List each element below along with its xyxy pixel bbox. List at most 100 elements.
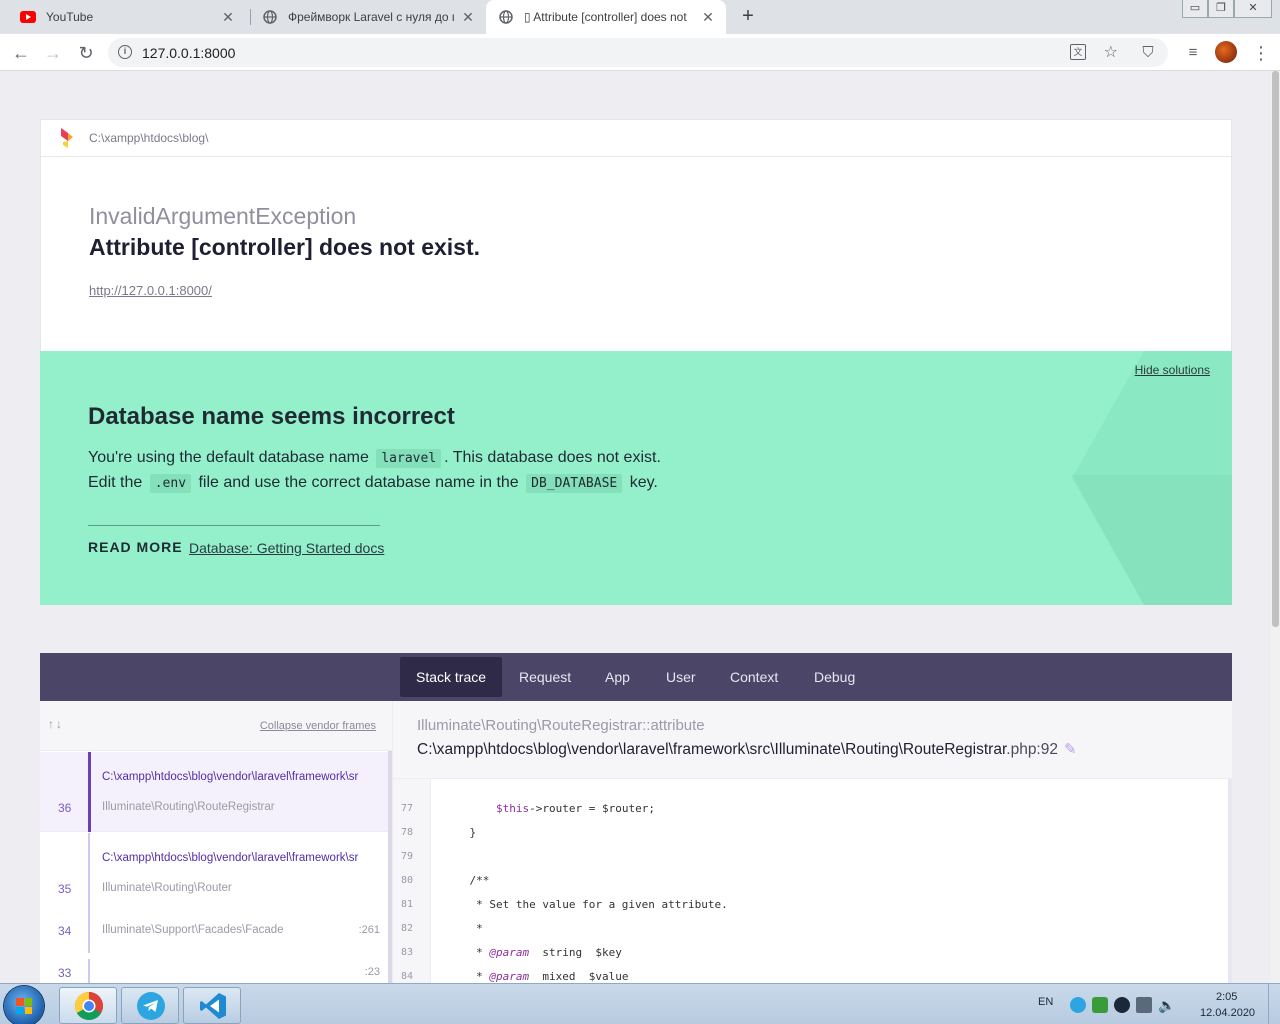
steam-tray-icon[interactable] [1114, 997, 1130, 1013]
taskbar-vscode[interactable] [183, 987, 241, 1024]
frame-nav-arrows-icon[interactable]: ↑↓ [48, 717, 64, 731]
volume-tray-icon[interactable]: 🔈 [1158, 997, 1175, 1013]
bookmark-star-icon[interactable]: ☆ [1104, 42, 1118, 62]
page-scrollbar[interactable] [1271, 71, 1280, 983]
line-number: 78 [401, 827, 414, 838]
system-tray: EN 🔈 2:05 12.04.2020 [1020, 984, 1280, 1024]
browser-tab-strip: YouTube ✕ Фреймворк Laravel с нуля до пр… [0, 0, 1280, 34]
code-line: 77 $this->router = $router; [393, 797, 1229, 821]
error-card: C:\xampp\htdocs\blog\ InvalidArgumentExc… [40, 119, 1232, 352]
reload-icon[interactable]: ↻ [75, 42, 97, 64]
browser-toolbar: ← → ↻ i 127.0.0.1:8000 文 ☆ ⛉ ≡ ⋮ [0, 34, 1280, 71]
code-header: Illuminate\Routing\RouteRegistrar::attri… [393, 701, 1232, 779]
hide-solutions-link[interactable]: Hide solutions [1135, 363, 1210, 377]
line-number: 84 [401, 971, 414, 982]
globe-icon [498, 9, 514, 25]
clock-time[interactable]: 2:05 [1216, 991, 1237, 1003]
telegram-icon [137, 992, 165, 1020]
line-number: 77 [401, 803, 414, 814]
code-line: 83 * @param string $key [393, 941, 1229, 965]
stack-frame[interactable]: 34 Illuminate\Support\Facades\Facade :26… [40, 911, 392, 953]
tab-app[interactable]: App [589, 657, 646, 697]
code-chip: laravel [376, 449, 442, 468]
clock-date[interactable]: 12.04.2020 [1200, 1007, 1255, 1019]
new-tab-button[interactable]: + [738, 6, 758, 26]
code-scrollbar[interactable] [1228, 779, 1232, 983]
code-line: 82 * [393, 917, 1229, 941]
network-tray-icon[interactable] [1136, 997, 1152, 1013]
line-source: * @param string $key [443, 946, 622, 959]
solution-text: . This database does not exist. [444, 449, 661, 466]
media-control-icon[interactable]: ≡ [1182, 42, 1204, 64]
frame-file-path: C:\xampp\htdocs\blog\vendor\laravel\fram… [417, 740, 1232, 759]
site-info-icon[interactable]: i [118, 45, 132, 59]
translate-icon[interactable]: 文 [1070, 44, 1086, 60]
scrollbar-thumb[interactable] [1272, 71, 1279, 627]
stack-frame[interactable]: C:\xampp\htdocs\blog\vendor\laravel\fram… [40, 833, 392, 911]
frame-line-number: :23 [364, 966, 380, 978]
taskbar-telegram[interactable] [121, 987, 179, 1024]
card-header: C:\xampp\htdocs\blog\ [41, 120, 1231, 157]
code-line: 78 } [393, 821, 1229, 845]
exception-class: InvalidArgumentException [89, 203, 357, 229]
tab-stack-trace[interactable]: Stack trace [400, 657, 503, 697]
address-bar[interactable]: i 127.0.0.1:8000 文 ☆ [108, 38, 1168, 67]
tab-user[interactable]: User [650, 657, 712, 697]
tab-title: ▯ Attribute [controller] does not [524, 10, 687, 24]
tab-laravel-course[interactable]: Фреймворк Laravel с нуля до пр ✕ [250, 0, 486, 34]
frame-file: C:\xampp\htdocs\blog\vendor\laravel\fram… [102, 771, 359, 783]
frame-class: Illuminate\Routing\Router [102, 882, 232, 894]
project-path: C:\xampp\htdocs\blog\ [89, 131, 209, 145]
youtube-icon [20, 9, 36, 25]
taskbar-chrome[interactable] [59, 987, 117, 1024]
menu-icon[interactable]: ⋮ [1250, 42, 1272, 64]
code-viewer: Illuminate\Routing\RouteRegistrar::attri… [392, 701, 1232, 983]
tab-debug[interactable]: Debug [798, 657, 871, 697]
show-desktop-button[interactable] [1268, 984, 1280, 1024]
code-line: 81 * Set the value for a given attribute… [393, 893, 1229, 917]
solution-text: key. [629, 474, 658, 491]
solution-panel: Hide solutions Database name seems incor… [40, 351, 1232, 605]
start-button[interactable] [4, 986, 44, 1024]
edit-pencil-icon[interactable]: ✎ [1064, 741, 1077, 758]
stack-frame[interactable]: C:\xampp\htdocs\blog\vendor\laravel\fram… [40, 752, 392, 832]
tab-request[interactable]: Request [503, 657, 587, 697]
language-indicator[interactable]: EN [1038, 996, 1053, 1008]
forward-icon[interactable]: → [42, 42, 64, 64]
code-chip: .env [149, 474, 192, 493]
stack-frame[interactable]: 33 :23 [40, 953, 392, 983]
frame-number: 34 [58, 924, 72, 938]
docs-link[interactable]: Database: Getting Started docs [189, 540, 384, 556]
read-more-label: READ MORE [88, 539, 183, 555]
profile-avatar[interactable] [1215, 41, 1237, 63]
frame-function: Illuminate\Routing\RouteRegistrar::attri… [417, 717, 705, 734]
maximize-button[interactable]: ❐ [1208, 0, 1234, 18]
frame-class: Illuminate\Routing\RouteRegistrar [102, 801, 275, 813]
request-url-link[interactable]: http://127.0.0.1:8000/ [89, 283, 212, 298]
close-tab-icon[interactable]: ✕ [700, 9, 716, 26]
exception-message: Attribute [controller] does not exist. [89, 234, 481, 260]
close-tab-icon[interactable]: ✕ [460, 9, 476, 26]
back-icon[interactable]: ← [10, 42, 32, 64]
exception-section: InvalidArgumentException Attribute [cont… [41, 157, 1231, 351]
window-close-button[interactable]: ✕ [1234, 0, 1272, 18]
collapse-vendor-frames-link[interactable]: Collapse vendor frames [260, 720, 376, 732]
file-line: .php:92 [1006, 741, 1058, 758]
tab-context[interactable]: Context [714, 657, 794, 697]
tab-youtube[interactable]: YouTube ✕ [8, 0, 246, 34]
vscode-icon [200, 993, 226, 1019]
minimize-button[interactable]: ▭ [1182, 0, 1208, 18]
frame-file: C:\xampp\htdocs\blog\vendor\laravel\fram… [102, 852, 359, 864]
telegram-tray-icon[interactable] [1070, 997, 1086, 1013]
tab-error-page[interactable]: ▯ Attribute [controller] does not ✕ [486, 0, 726, 34]
chrome-icon [75, 992, 103, 1020]
close-tab-icon[interactable]: ✕ [220, 9, 236, 26]
line-number: 83 [401, 947, 414, 958]
security-tray-icon[interactable] [1092, 997, 1108, 1013]
line-source: * Set the value for a given attribute. [443, 898, 728, 911]
shield-extension-icon[interactable]: ⛉ [1137, 42, 1159, 64]
solution-title: Database name seems incorrect [88, 403, 455, 430]
windows-taskbar: EN 🔈 2:05 12.04.2020 [0, 983, 1280, 1024]
code-line: 79 [393, 845, 1229, 869]
divider [88, 525, 380, 526]
